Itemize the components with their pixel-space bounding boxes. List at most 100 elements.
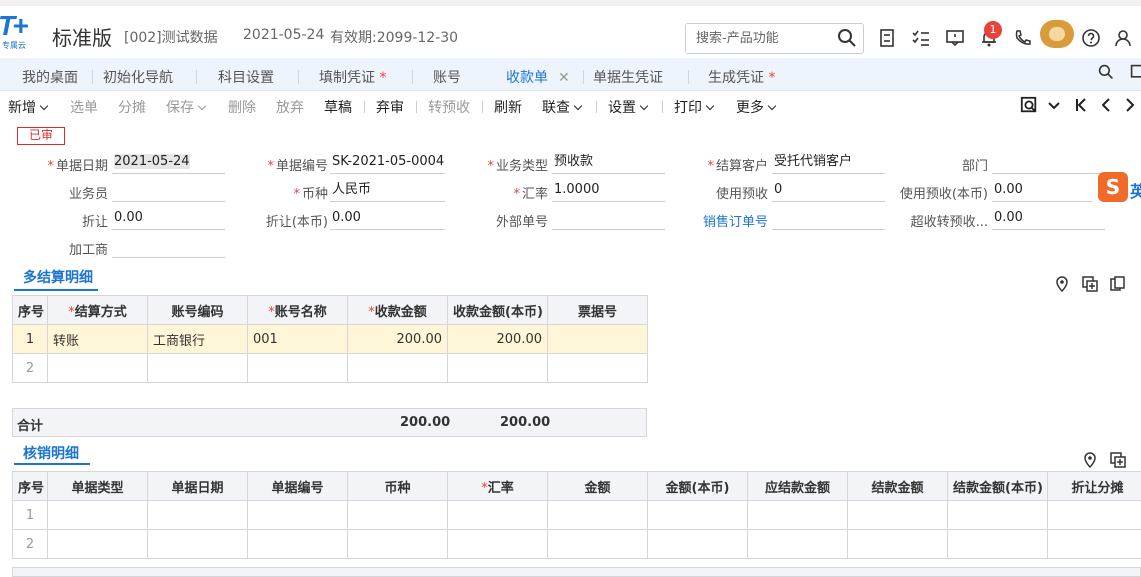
- sales-order-link[interactable]: 销售订单号: [688, 211, 768, 230]
- tab-init-guide[interactable]: 初始化导航: [103, 67, 173, 87]
- ext-no-field[interactable]: [552, 208, 665, 230]
- customer-field[interactable]: 受托代销客户: [772, 152, 885, 174]
- location-icon[interactable]: [1082, 452, 1098, 469]
- abandon-button[interactable]: 放弃: [276, 97, 304, 117]
- unaudit-button[interactable]: 弃审: [376, 97, 404, 117]
- cell[interactable]: [247, 500, 348, 530]
- cell[interactable]: [347, 500, 448, 530]
- acct-name-cell[interactable]: 001: [247, 324, 348, 354]
- company-name[interactable]: [002]测试数据: [124, 27, 218, 47]
- table-row[interactable]: 2: [12, 353, 648, 383]
- sales-order-field[interactable]: [772, 208, 885, 230]
- tab-receipt[interactable]: 收款单 ✕: [496, 67, 592, 97]
- new-button[interactable]: 新增: [8, 97, 49, 117]
- draft-button[interactable]: 草稿: [324, 97, 352, 117]
- search-box[interactable]: [685, 23, 864, 54]
- amount-cell[interactable]: 200.00: [347, 324, 448, 354]
- amount-cell[interactable]: [347, 353, 448, 383]
- doc-no-field[interactable]: SK-2021-05-0004: [330, 152, 445, 174]
- cell[interactable]: [947, 500, 1048, 530]
- close-icon[interactable]: ✕: [558, 70, 570, 86]
- biz-type-field[interactable]: 预收款: [552, 152, 665, 174]
- salesman-field[interactable]: [112, 180, 225, 202]
- settings-button[interactable]: 设置: [608, 97, 649, 117]
- search-input[interactable]: [686, 24, 826, 53]
- add-row-icon[interactable]: [1082, 276, 1098, 292]
- cell[interactable]: [547, 500, 648, 530]
- bill-no-cell[interactable]: [547, 324, 648, 354]
- select-doc-button[interactable]: 选单: [70, 97, 98, 117]
- cell[interactable]: [47, 529, 148, 559]
- tab-doc-to-voucher[interactable]: 单据生凭证: [593, 67, 663, 87]
- cell[interactable]: [247, 529, 348, 559]
- cell[interactable]: [447, 529, 548, 559]
- search-icon[interactable]: [837, 28, 857, 52]
- cell[interactable]: [847, 500, 948, 530]
- tab-generate-voucher[interactable]: 生成凭证 *: [708, 67, 775, 87]
- tab-fill-voucher[interactable]: 填制凭证 *: [319, 67, 386, 87]
- discount-local-field[interactable]: 0.00: [330, 208, 445, 230]
- rate-field[interactable]: 1.0000: [552, 180, 665, 202]
- dept-field[interactable]: [992, 152, 1105, 174]
- cell[interactable]: [847, 529, 948, 559]
- phone-icon[interactable]: [1013, 28, 1033, 48]
- chevron-down-icon[interactable]: [1046, 96, 1066, 116]
- cell[interactable]: [147, 529, 248, 559]
- cell[interactable]: [1047, 500, 1141, 530]
- link-query-button[interactable]: 联查: [542, 97, 583, 117]
- cell[interactable]: [947, 529, 1048, 559]
- message-icon[interactable]: [945, 28, 965, 48]
- tab-search-icon[interactable]: [1098, 64, 1118, 84]
- split-button[interactable]: 分摊: [118, 97, 146, 117]
- prev-record-icon[interactable]: [1098, 96, 1118, 116]
- settle-method-cell[interactable]: [47, 353, 148, 383]
- cell[interactable]: [647, 500, 748, 530]
- cell[interactable]: [747, 500, 848, 530]
- use-prepaid-field[interactable]: 0: [772, 180, 885, 202]
- cell[interactable]: [647, 529, 748, 559]
- cell[interactable]: [447, 500, 548, 530]
- cell[interactable]: [347, 529, 448, 559]
- amount-local-cell[interactable]: [447, 353, 548, 383]
- add-row-icon[interactable]: [1110, 452, 1126, 468]
- calculator-icon[interactable]: [877, 28, 897, 48]
- user-icon[interactable]: [1113, 28, 1133, 48]
- acct-code-cell[interactable]: 工商银行: [147, 324, 248, 354]
- cell[interactable]: [47, 500, 148, 530]
- section-settlement-title[interactable]: 多结算明细: [23, 267, 93, 287]
- next-record-icon[interactable]: [1122, 96, 1141, 116]
- acct-name-cell[interactable]: [247, 353, 348, 383]
- tab-my-desktop[interactable]: 我的桌面: [22, 67, 78, 87]
- first-record-icon[interactable]: [1073, 96, 1093, 116]
- ime-mode[interactable]: 英: [1130, 178, 1141, 202]
- tab-account-setup[interactable]: 科目设置: [218, 67, 274, 87]
- ime-logo-icon[interactable]: S: [1098, 172, 1128, 202]
- to-prepaid-button[interactable]: 转预收: [428, 97, 470, 117]
- table-row[interactable]: 2: [12, 529, 1141, 559]
- delete-button[interactable]: 删除: [228, 97, 256, 117]
- section-writeoff-title[interactable]: 核销明细: [23, 443, 79, 463]
- tab-account[interactable]: 账号: [433, 67, 461, 87]
- table-row[interactable]: 1 转账 工商银行 001 200.00 200.00: [12, 324, 648, 354]
- print-button[interactable]: 打印: [674, 97, 715, 117]
- help-icon[interactable]: [1081, 28, 1101, 48]
- discount-field[interactable]: 0.00: [112, 208, 225, 230]
- acct-code-cell[interactable]: [147, 353, 248, 383]
- cell[interactable]: [147, 500, 248, 530]
- tab-expand-icon[interactable]: [1130, 64, 1141, 84]
- processor-field[interactable]: [112, 236, 225, 258]
- amount-local-cell[interactable]: 200.00: [447, 324, 548, 354]
- checklist-icon[interactable]: [911, 28, 931, 48]
- more-button[interactable]: 更多: [736, 97, 777, 117]
- bill-no-cell[interactable]: [547, 353, 648, 383]
- save-button[interactable]: 保存: [166, 97, 207, 117]
- settle-method-cell[interactable]: 转账: [47, 324, 148, 354]
- cell[interactable]: [747, 529, 848, 559]
- location-icon[interactable]: [1054, 276, 1070, 293]
- cell[interactable]: [1047, 529, 1141, 559]
- currency-field[interactable]: 人民币: [330, 180, 445, 202]
- cell[interactable]: [547, 529, 648, 559]
- over-prepaid-field[interactable]: 0.00: [992, 208, 1105, 230]
- use-prepaid-local-field[interactable]: 0.00: [992, 180, 1092, 202]
- table-row[interactable]: 1: [12, 500, 1141, 530]
